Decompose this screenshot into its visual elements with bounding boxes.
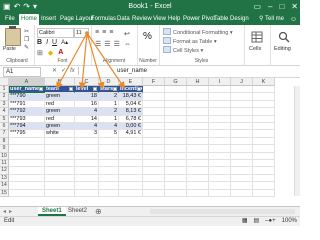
sheet-tab-sheet2[interactable]: Sheet2	[64, 207, 91, 216]
arrow-to-stars-filter	[86, 32, 105, 90]
excel-window: ▣ ↶ ↷ ▾ Book1 - Excel ▭ – □ ✕ File Home …	[0, 0, 300, 226]
zoom-level[interactable]: 100%	[282, 217, 297, 226]
status-mode: Edit	[4, 218, 15, 224]
add-sheet-icon[interactable]: ⊕	[95, 207, 102, 216]
status-right: ▦ ▤ –●+ 100%	[242, 217, 297, 226]
arrow-to-incentive-filter	[86, 32, 126, 89]
normal-view-icon[interactable]: ▦	[242, 217, 248, 226]
annotation-arrows	[56, 31, 126, 90]
page-layout-view-icon[interactable]: ▤	[254, 217, 260, 226]
sheet-nav-icon[interactable]: ◂▸	[3, 208, 15, 215]
sheet-tab-sheet1[interactable]: Sheet1	[38, 207, 66, 216]
horizontal-scrollbar[interactable]	[150, 209, 295, 214]
arrow-origin-dot	[85, 31, 89, 35]
status-bar: Edit ▦ ▤ –●+ 100%	[0, 216, 300, 226]
zoom-slider-icon[interactable]: –●+	[265, 217, 275, 226]
